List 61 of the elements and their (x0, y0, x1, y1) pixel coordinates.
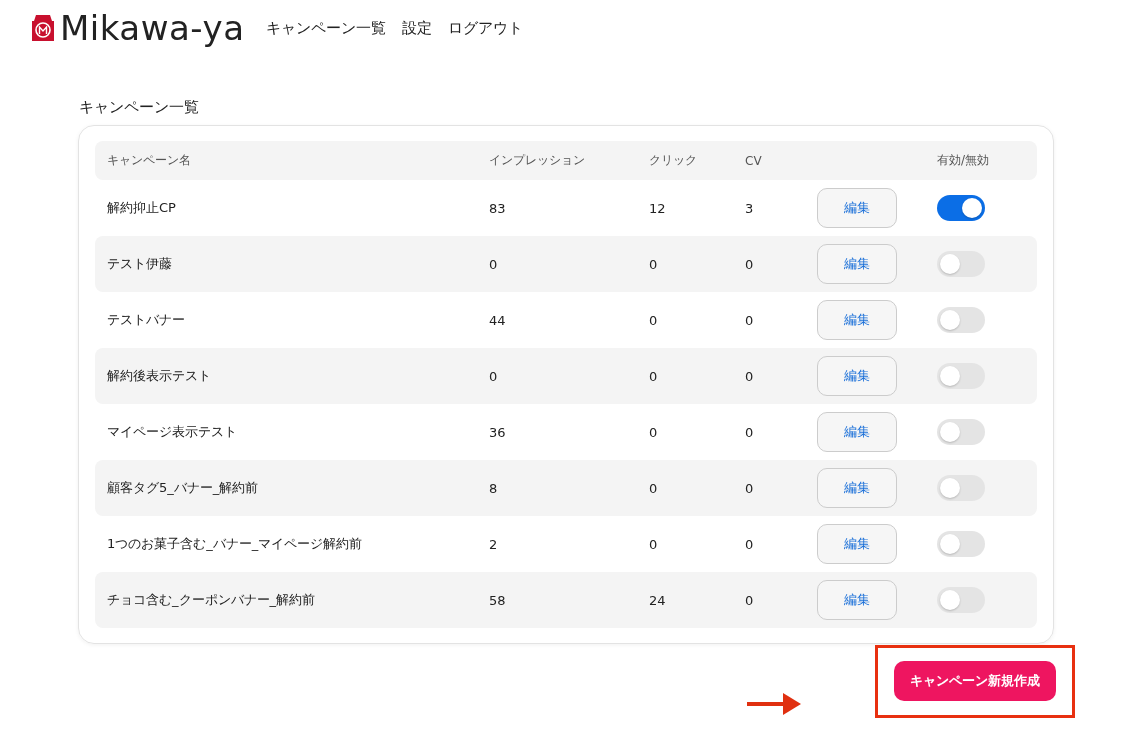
column-header: キャンペーン名 (107, 153, 191, 167)
toggle-switch[interactable] (937, 363, 985, 389)
toggle-switch[interactable] (937, 475, 985, 501)
column-header: CV (745, 153, 762, 168)
table-cell: 0 (649, 536, 658, 552)
table-cell: マイページ表示テスト (107, 423, 237, 441)
table-cell: 0 (489, 368, 498, 384)
toggle-switch[interactable] (937, 307, 985, 333)
edit-button[interactable]: 編集 (817, 356, 897, 396)
table-cell: テストバナー (107, 311, 185, 329)
logo-text: Mikawa-ya (60, 8, 245, 48)
edit-button[interactable]: 編集 (817, 244, 897, 284)
logo-icon (30, 13, 56, 43)
page-title: キャンペーン一覧 (79, 98, 200, 117)
table-cell: 0 (745, 256, 754, 272)
toggle-switch[interactable] (937, 251, 985, 277)
table-cell: 解約抑止CP (107, 199, 176, 217)
table-cell: 8 (489, 480, 498, 496)
table-cell: チョコ含む_クーポンバナー_解約前 (107, 591, 315, 609)
column-header: クリック (649, 153, 697, 167)
table-cell: 顧客タグ5_バナー_解約前 (107, 479, 259, 497)
table-cell: 0 (649, 256, 658, 272)
table-cell: 3 (745, 200, 754, 216)
nav-link[interactable]: 設定 (402, 18, 433, 38)
edit-button[interactable]: 編集 (817, 188, 897, 228)
table-cell: 0 (745, 480, 754, 496)
table-cell: 2 (489, 536, 498, 552)
table-cell: 0 (745, 536, 754, 552)
toggle-switch[interactable] (937, 531, 985, 557)
table-cell: 12 (649, 200, 666, 216)
table-cell: 0 (745, 312, 754, 328)
table-cell: 0 (649, 312, 658, 328)
table-cell: 0 (649, 424, 658, 440)
toggle-switch[interactable] (937, 587, 985, 613)
table-cell: 0 (745, 592, 754, 608)
edit-button[interactable]: 編集 (817, 412, 897, 452)
toggle-switch[interactable] (937, 195, 985, 221)
table-cell: 0 (489, 256, 498, 272)
edit-button[interactable]: 編集 (817, 468, 897, 508)
arrow-icon (747, 690, 801, 717)
table-cell: 0 (649, 480, 658, 496)
edit-button[interactable]: 編集 (817, 580, 897, 620)
column-header: インプレッション (489, 153, 585, 167)
table-cell: 58 (489, 592, 506, 608)
table-cell: 0 (649, 368, 658, 384)
table-cell: 24 (649, 592, 666, 608)
column-header: 有効/無効 (937, 153, 990, 167)
edit-button[interactable]: 編集 (817, 524, 897, 564)
table-cell: テスト伊藤 (107, 255, 172, 273)
nav-link[interactable]: キャンペーン一覧 (266, 18, 387, 38)
table-cell: 0 (745, 368, 754, 384)
edit-button[interactable]: 編集 (817, 300, 897, 340)
toggle-switch[interactable] (937, 419, 985, 445)
table-cell: 解約後表示テスト (107, 367, 211, 385)
table-cell: 36 (489, 424, 506, 440)
table-cell: 44 (489, 312, 506, 328)
table-cell: 1つのお菓子含む_バナー_マイページ解約前 (107, 535, 363, 553)
nav-link[interactable]: ログアウト (448, 18, 524, 38)
table-cell: 83 (489, 200, 506, 216)
table-cell: 0 (745, 424, 754, 440)
create-campaign-button[interactable]: キャンペーン新規作成 (894, 661, 1056, 701)
